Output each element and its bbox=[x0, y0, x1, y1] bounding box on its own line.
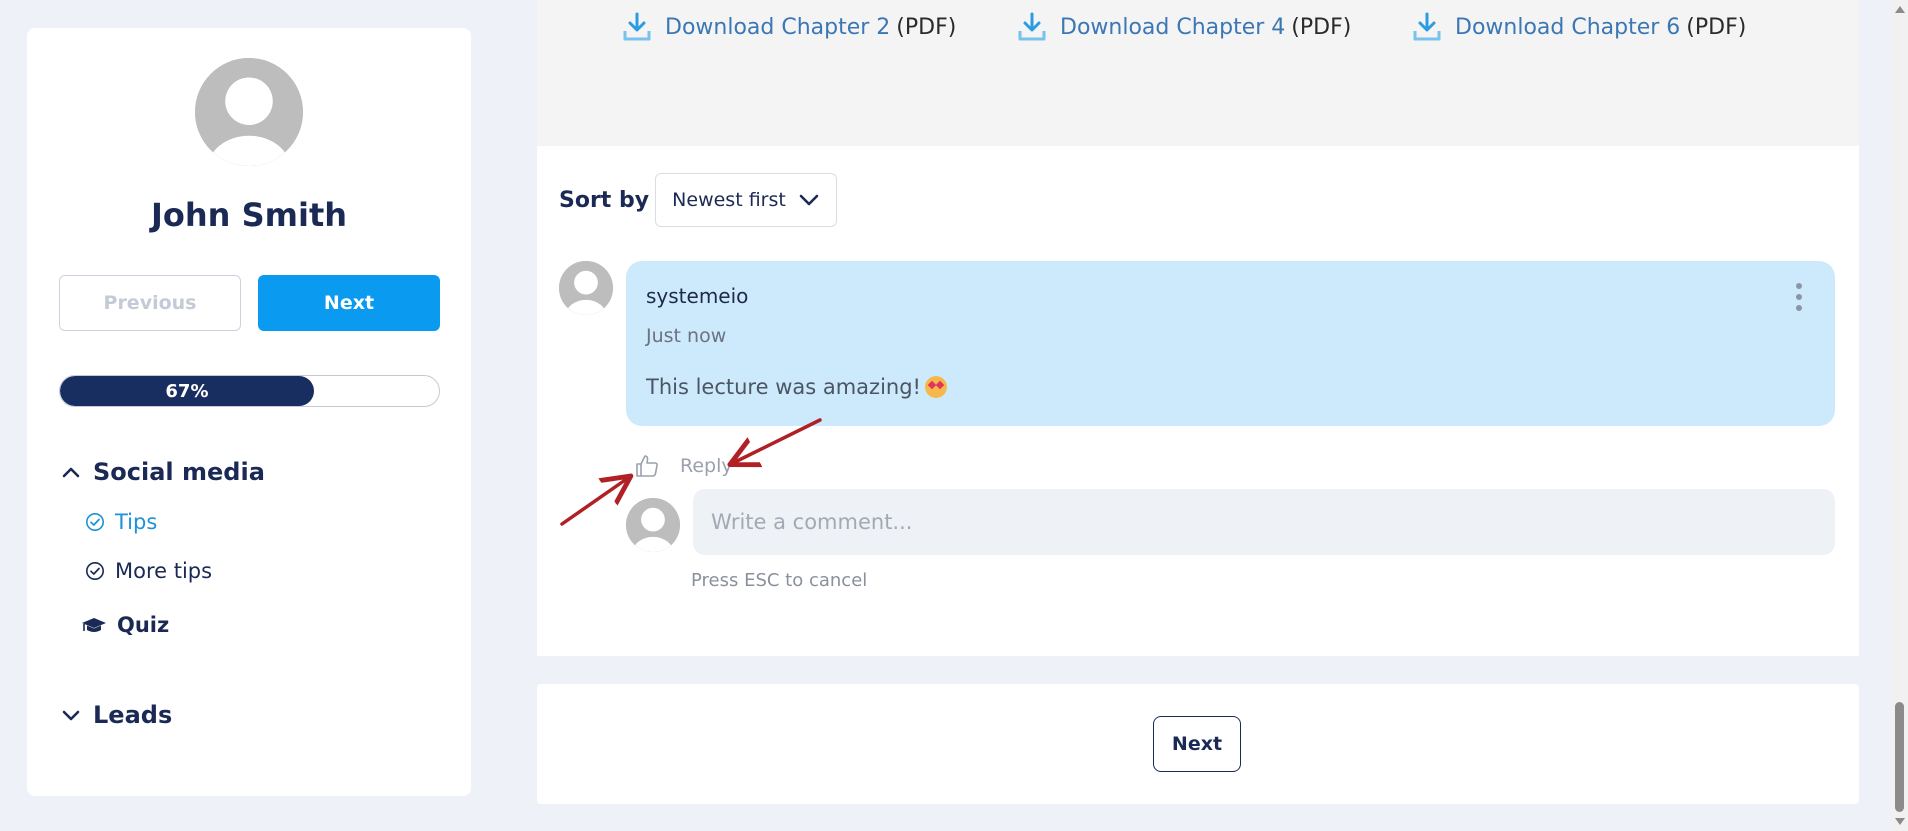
sort-select[interactable]: Newest first bbox=[655, 173, 837, 227]
chevron-up-icon bbox=[62, 467, 80, 478]
download-icon bbox=[1018, 12, 1046, 41]
user-silhouette-icon bbox=[195, 58, 303, 166]
lesson-label: More tips bbox=[115, 559, 213, 583]
graduation-cap-icon bbox=[82, 618, 106, 632]
comments-section: Sort by Newest first systemeio Just now … bbox=[537, 146, 1859, 656]
comment-bubble: systemeio Just now This lecture was amaz… bbox=[626, 261, 1835, 426]
lesson-label: Quiz bbox=[117, 613, 170, 637]
lesson-tips[interactable]: Tips bbox=[85, 510, 157, 534]
user-avatar bbox=[195, 58, 303, 166]
download-icon bbox=[1413, 12, 1441, 41]
thumbs-up-icon[interactable] bbox=[634, 453, 660, 479]
scroll-up-arrow-icon[interactable] bbox=[1895, 6, 1905, 13]
download-file-type: (PDF) bbox=[896, 14, 957, 40]
download-file-type: (PDF) bbox=[1291, 14, 1352, 40]
course-progress-bar: 67% bbox=[59, 375, 440, 407]
scrollbar-thumb[interactable] bbox=[1895, 702, 1904, 812]
section-title: Leads bbox=[93, 701, 173, 729]
downloads-area: Download Chapter 2 (PDF) Download Chapte… bbox=[537, 0, 1859, 146]
download-link-text[interactable]: Download Chapter 6 bbox=[1455, 15, 1680, 40]
download-icon bbox=[623, 12, 651, 41]
scroll-down-arrow-icon[interactable] bbox=[1895, 818, 1905, 825]
page-scrollbar[interactable] bbox=[1891, 0, 1908, 831]
section-title: Social media bbox=[93, 458, 265, 486]
download-link-text[interactable]: Download Chapter 4 bbox=[1060, 15, 1285, 40]
comment-options-icon[interactable] bbox=[1795, 283, 1803, 315]
heart-eyes-emoji-icon bbox=[924, 376, 947, 398]
lesson-more-tips[interactable]: More tips bbox=[85, 559, 212, 583]
chevron-down-icon bbox=[799, 194, 819, 206]
comment-author-avatar bbox=[559, 261, 613, 315]
comment-input[interactable] bbox=[693, 489, 1835, 555]
current-user-avatar bbox=[626, 498, 680, 552]
download-file-type: (PDF) bbox=[1686, 14, 1747, 40]
course-sidebar: John Smith Previous Next 67% Social medi… bbox=[27, 28, 471, 796]
user-silhouette-icon bbox=[626, 498, 680, 552]
download-chapter-4-link[interactable]: Download Chapter 4 (PDF) bbox=[1018, 12, 1351, 42]
footer-next-button[interactable]: Next bbox=[1153, 716, 1241, 772]
comment-text-row: This lecture was amazing! bbox=[646, 375, 947, 399]
previous-button[interactable]: Previous bbox=[59, 275, 241, 331]
lesson-quiz[interactable]: Quiz bbox=[81, 613, 169, 637]
section-social-media[interactable]: Social media bbox=[61, 458, 265, 486]
lesson-label: Tips bbox=[115, 510, 158, 534]
next-button[interactable]: Next bbox=[258, 275, 440, 331]
comment-author: systemeio bbox=[646, 284, 749, 308]
reply-link[interactable]: Reply bbox=[680, 455, 733, 477]
comment-text: This lecture was amazing! bbox=[646, 375, 921, 399]
download-chapter-6-link[interactable]: Download Chapter 6 (PDF) bbox=[1413, 12, 1746, 42]
check-circle-icon bbox=[86, 513, 104, 531]
comment-time: Just now bbox=[646, 325, 727, 347]
check-circle-icon bbox=[86, 562, 104, 580]
section-leads[interactable]: Leads bbox=[61, 701, 172, 729]
chevron-down-icon bbox=[62, 710, 80, 721]
lesson-footer: Next bbox=[537, 684, 1859, 804]
sort-value: Newest first bbox=[672, 189, 786, 211]
esc-hint: Press ESC to cancel bbox=[691, 570, 868, 591]
download-chapter-2-link[interactable]: Download Chapter 2 (PDF) bbox=[623, 12, 956, 42]
sort-label: Sort by bbox=[559, 188, 650, 213]
profile-name: John Smith bbox=[150, 196, 348, 234]
user-silhouette-icon bbox=[559, 261, 613, 315]
download-link-text[interactable]: Download Chapter 2 bbox=[665, 15, 890, 40]
progress-label: 67% bbox=[165, 380, 209, 402]
